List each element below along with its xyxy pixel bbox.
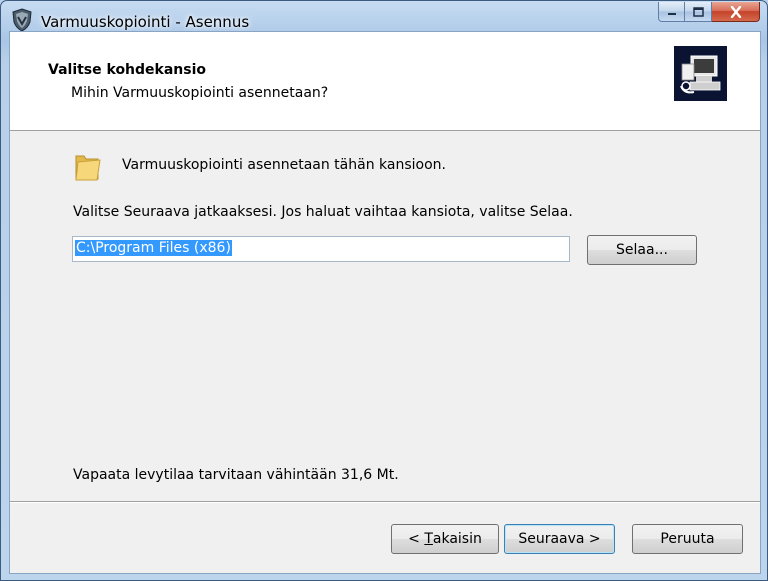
window-frame: Varmuuskopiointi - Asennus Valitse kohde… <box>0 0 768 581</box>
folder-icon <box>75 155 101 181</box>
shield-app-icon <box>12 8 32 32</box>
back-label-rest: akaisin <box>432 531 482 547</box>
minimize-button[interactable] <box>658 2 685 22</box>
instruction-text: Valitse Seuraava jatkaaksesi. Jos haluat… <box>73 204 573 220</box>
disk-space-text: Vapaata levytilaa tarvitaan vähintään 31… <box>73 467 399 483</box>
browse-button[interactable]: Selaa... <box>587 235 697 265</box>
minimize-icon <box>667 12 676 15</box>
wizard-client-area: Valitse kohdekansio Mihin Varmuuskopioin… <box>9 31 761 574</box>
cancel-button[interactable]: Peruuta <box>632 524 743 554</box>
footer-separator <box>10 501 760 503</box>
wizard-header: Valitse kohdekansio Mihin Varmuuskopioin… <box>10 32 760 131</box>
maximize-button[interactable] <box>685 2 712 22</box>
page-subtitle: Mihin Varmuuskopiointi asennetaan? <box>71 85 329 101</box>
computer-installer-icon <box>674 46 727 101</box>
install-path-field[interactable]: C:\Program Files (x86) <box>72 236 570 262</box>
back-button[interactable]: < Takaisin <box>391 524 499 554</box>
back-mnemonic: T <box>424 531 433 547</box>
maximize-icon <box>693 6 704 17</box>
next-button[interactable]: Seuraava > <box>504 524 615 554</box>
back-prefix: < <box>408 531 425 547</box>
window-title: Varmuuskopiointi - Asennus <box>41 13 250 31</box>
install-location-text: Varmuuskopiointi asennetaan tähän kansio… <box>122 157 446 173</box>
close-icon <box>730 5 741 18</box>
close-button[interactable] <box>712 2 760 22</box>
install-path-value: C:\Program Files (x86) <box>75 240 232 256</box>
caption-buttons <box>658 2 760 28</box>
page-title: Valitse kohdekansio <box>48 62 207 78</box>
